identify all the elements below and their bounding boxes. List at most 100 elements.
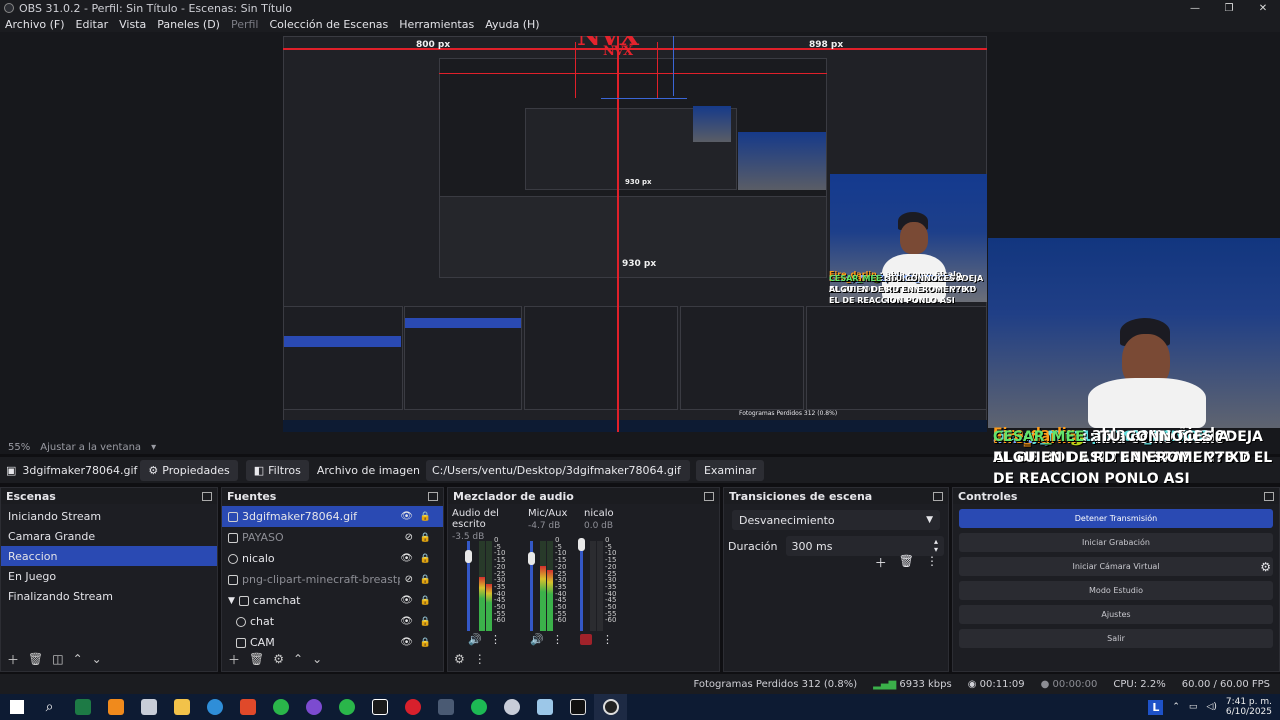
lock-icon[interactable]: 🔒 xyxy=(420,575,431,585)
vlc-icon[interactable] xyxy=(99,694,132,720)
speaker-icon[interactable]: 🔊 xyxy=(530,633,544,646)
gear-icon[interactable]: ⚙ xyxy=(1260,560,1271,574)
network-icon[interactable]: ▭ xyxy=(1189,702,1198,712)
arrow-up-icon[interactable]: ⌃ xyxy=(293,652,303,666)
scene-item[interactable]: Finalizando Stream xyxy=(1,586,217,606)
menu-ayuda[interactable]: Ayuda (H) xyxy=(485,18,539,31)
fader-knob[interactable] xyxy=(528,552,535,565)
eye-hidden-icon[interactable]: ⊘ xyxy=(405,574,413,585)
lock-icon[interactable]: 🔒 xyxy=(420,554,431,564)
source-item-selected[interactable]: 3dgifmaker78064.gif 👁 🔒 xyxy=(222,506,443,527)
green-app-icon[interactable] xyxy=(264,694,297,720)
exit-button[interactable]: Salir xyxy=(959,629,1273,648)
opera-icon[interactable] xyxy=(396,694,429,720)
lock-icon[interactable]: 🔒 xyxy=(420,596,431,606)
menu-herramientas[interactable]: Herramientas xyxy=(399,18,474,31)
scene-item[interactable]: Camara Grande xyxy=(1,526,217,546)
kebab-menu-icon[interactable]: ⋮ xyxy=(552,633,563,646)
scene-item[interactable]: En Juego xyxy=(1,566,217,586)
windows-start-icon[interactable] xyxy=(0,694,33,720)
add-icon[interactable]: ＋ xyxy=(875,554,887,571)
trash-icon[interactable]: 🗑 xyxy=(28,652,43,666)
app-icon-2[interactable] xyxy=(528,694,561,720)
eye-icon[interactable]: 👁 xyxy=(400,511,413,522)
undock-icon[interactable] xyxy=(704,491,714,501)
trash-icon[interactable]: 🗑 xyxy=(249,652,264,666)
start-recording-button[interactable]: Iniciar Grabación xyxy=(959,533,1273,552)
chrome-icon[interactable] xyxy=(198,694,231,720)
excel-icon[interactable] xyxy=(66,694,99,720)
chevron-up-icon[interactable]: ⌃ xyxy=(1172,702,1180,712)
brave-icon[interactable] xyxy=(231,694,264,720)
green-app-icon-2[interactable] xyxy=(330,694,363,720)
undock-icon[interactable] xyxy=(428,491,438,501)
chevron-down-icon[interactable]: ▾ xyxy=(151,442,156,453)
arrow-up-icon[interactable]: ⌃ xyxy=(73,652,83,666)
lock-icon[interactable]: 🔒 xyxy=(420,617,431,627)
studio-mode-button[interactable]: Modo Estudio xyxy=(959,581,1273,600)
obs-taskbar-icon[interactable] xyxy=(594,694,627,720)
kebab-menu-icon[interactable]: ⋮ xyxy=(602,633,613,646)
gear-icon[interactable]: ⚙ xyxy=(454,652,465,666)
trash-icon[interactable]: 🗑 xyxy=(899,554,914,571)
speaker-icon[interactable]: 🔊 xyxy=(468,633,482,646)
arrow-down-icon[interactable]: ⌄ xyxy=(92,652,102,666)
search-icon[interactable]: ⌕ xyxy=(33,694,66,720)
menu-coleccion-escenas[interactable]: Colección de Escenas xyxy=(270,18,389,31)
add-icon[interactable]: ＋ xyxy=(228,651,240,668)
start-virtual-camera-button[interactable]: Iniciar Cámara Virtual xyxy=(959,557,1273,576)
eye-icon[interactable]: 👁 xyxy=(400,616,413,627)
opera-gx-icon[interactable] xyxy=(297,694,330,720)
capcut-icon-2[interactable] xyxy=(561,694,594,720)
kebab-menu-icon[interactable]: ⋮ xyxy=(490,633,501,646)
scene-item[interactable]: Iniciando Stream xyxy=(1,506,217,526)
zoom-level[interactable]: 55% xyxy=(8,442,30,453)
arrow-down-icon[interactable]: ⌄ xyxy=(312,652,322,666)
clock[interactable]: 7:41 p. m. 6/10/2025 xyxy=(1226,697,1272,717)
undock-icon[interactable] xyxy=(202,491,212,501)
undock-icon[interactable] xyxy=(1264,491,1274,501)
capcut-icon[interactable] xyxy=(363,694,396,720)
add-icon[interactable]: ＋ xyxy=(7,651,19,668)
lock-icon[interactable]: 🔒 xyxy=(420,512,431,522)
volume-icon[interactable]: ◁) xyxy=(1206,702,1216,712)
spotify-icon[interactable] xyxy=(462,694,495,720)
chevron-down-icon[interactable]: ▼ xyxy=(228,596,235,606)
eye-icon[interactable]: 👁 xyxy=(400,595,413,606)
stop-streaming-button[interactable]: Detener Transmisión xyxy=(959,509,1273,528)
menu-editar[interactable]: Editar xyxy=(76,18,109,31)
source-item[interactable]: nicalo 👁 🔒 xyxy=(222,548,443,569)
minimize-button[interactable]: — xyxy=(1178,0,1212,16)
browse-button[interactable]: Examinar xyxy=(695,459,765,481)
image-path-field[interactable]: C:/Users/ventu/Desktop/3dgifmaker78064.g… xyxy=(425,459,690,481)
eye-icon[interactable]: 👁 xyxy=(400,553,413,564)
menu-perfil[interactable]: Perfil xyxy=(231,18,259,31)
lock-icon[interactable]: 🔒 xyxy=(420,638,431,648)
volume-fader[interactable] xyxy=(580,541,583,631)
close-button[interactable]: ✕ xyxy=(1246,0,1280,16)
source-group[interactable]: ▼ camchat 👁 🔒 xyxy=(222,590,443,611)
filters-button[interactable]: ◧ Filtros xyxy=(245,459,309,481)
properties-button[interactable]: ⚙ Propiedades xyxy=(140,459,238,481)
menu-vista[interactable]: Vista xyxy=(119,18,146,31)
kebab-menu-icon[interactable]: ⋮ xyxy=(926,554,938,571)
undock-icon[interactable] xyxy=(933,491,943,501)
source-item[interactable]: PAYASO ⊘ 🔒 xyxy=(222,527,443,548)
gear-icon[interactable]: ⚙ xyxy=(273,652,284,666)
spinner-icon[interactable]: ▴ ▾ xyxy=(934,538,938,554)
eye-hidden-icon[interactable]: ⊘ xyxy=(405,532,413,543)
fader-knob[interactable] xyxy=(465,550,472,563)
maximize-button[interactable]: ❐ xyxy=(1212,0,1246,16)
menu-paneles[interactable]: Paneles (D) xyxy=(157,18,220,31)
file-explorer-icon[interactable] xyxy=(165,694,198,720)
source-item[interactable]: chat 👁 🔒 xyxy=(222,611,443,632)
fader-knob[interactable] xyxy=(578,538,585,551)
language-icon[interactable]: L xyxy=(1148,699,1164,715)
app-icon[interactable] xyxy=(132,694,165,720)
kebab-menu-icon[interactable]: ⋮ xyxy=(474,652,486,666)
calculator-icon[interactable] xyxy=(429,694,462,720)
settings-app-icon[interactable] xyxy=(495,694,528,720)
menu-archivo[interactable]: Archivo (F) xyxy=(5,18,65,31)
speaker-muted-icon[interactable] xyxy=(580,634,592,645)
lock-icon[interactable]: 🔒 xyxy=(420,533,431,543)
